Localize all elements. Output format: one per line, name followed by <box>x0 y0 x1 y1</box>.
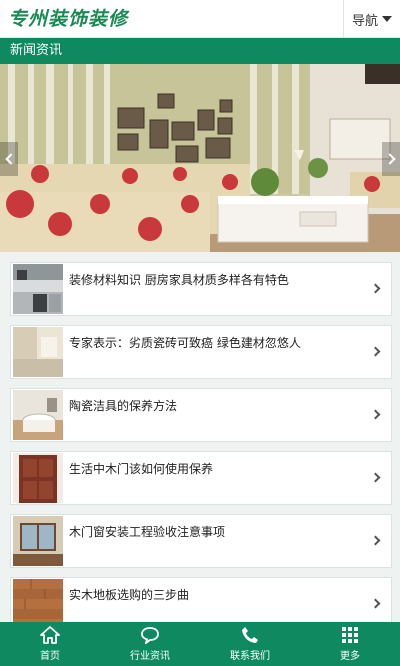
chevron-right-icon <box>370 283 381 294</box>
chevron-right-icon <box>370 346 381 357</box>
slider-prev-button[interactable] <box>0 142 18 176</box>
banner-slider[interactable] <box>0 64 400 252</box>
chevron-right-icon <box>370 472 381 483</box>
news-list: 装修材料知识 厨房家具材质多样各有特色 专家表示：劣质瓷砖可致癌 绿色建材忽悠人… <box>0 252 400 622</box>
news-item-title: 木门窗安装工程验收注意事项 <box>69 525 226 539</box>
news-item-title: 实木地板选购的三步曲 <box>69 588 190 602</box>
tab-more-label: 更多 <box>340 651 360 662</box>
news-item-title: 专家表示：劣质瓷砖可致癌 绿色建材忽悠人 <box>69 336 301 350</box>
tab-more[interactable]: 更多 <box>300 622 400 666</box>
tile-room-thumbnail <box>13 327 63 377</box>
news-list-item[interactable]: 木门窗安装工程验收注意事项 <box>10 514 392 568</box>
tab-contact-label: 联系我们 <box>230 651 270 662</box>
news-list-item[interactable]: 装修材料知识 厨房家具材质多样各有特色 <box>10 262 392 316</box>
bottom-nav-bar: 首页 行业资讯 联系我们 更多 <box>0 622 400 666</box>
tab-industry-news[interactable]: 行业资讯 <box>100 622 200 666</box>
chevron-left-icon <box>4 153 17 165</box>
tab-home-label: 首页 <box>40 651 60 662</box>
home-icon <box>40 626 60 644</box>
news-list-item[interactable]: 生活中木门该如何使用保养 <box>10 451 392 505</box>
wood-door-thumbnail <box>13 453 63 503</box>
news-item-title: 陶瓷洁具的保养方法 <box>69 399 178 413</box>
site-logo[interactable]: 专州装饰装修 <box>8 4 128 34</box>
chat-bubble-icon <box>141 627 159 644</box>
news-item-title: 装修材料知识 厨房家具材质多样各有特色 <box>69 273 289 287</box>
news-list-item[interactable]: 专家表示：劣质瓷砖可致癌 绿色建材忽悠人 <box>10 325 392 379</box>
bathroom-thumbnail <box>13 390 63 440</box>
tab-home[interactable]: 首页 <box>0 622 100 666</box>
tab-contact[interactable]: 联系我们 <box>200 622 300 666</box>
news-list-item[interactable]: 实木地板选购的三步曲 <box>10 577 392 622</box>
phone-icon <box>242 627 258 643</box>
chevron-right-icon <box>370 409 381 420</box>
living-room-banner-image <box>0 64 400 252</box>
wood-floor-thumbnail <box>13 579 63 622</box>
slider-next-button[interactable] <box>382 142 400 176</box>
chevron-right-icon <box>370 598 381 609</box>
top-bar: 专州装饰装修 导航 <box>0 0 400 38</box>
chevron-down-icon <box>382 16 392 22</box>
news-item-title: 生活中木门该如何使用保养 <box>69 462 214 476</box>
window-room-thumbnail <box>13 516 63 566</box>
nav-menu-label: 导航 <box>351 13 378 29</box>
chevron-right-icon <box>370 535 381 546</box>
nav-menu-button[interactable]: 导航 <box>343 0 400 38</box>
grid-icon <box>342 627 358 643</box>
chevron-right-icon <box>383 153 396 165</box>
kitchen-thumbnail <box>13 264 63 314</box>
news-list-item[interactable]: 陶瓷洁具的保养方法 <box>10 388 392 442</box>
section-title: 新闻资讯 <box>0 38 400 64</box>
tab-industry-news-label: 行业资讯 <box>130 651 170 662</box>
